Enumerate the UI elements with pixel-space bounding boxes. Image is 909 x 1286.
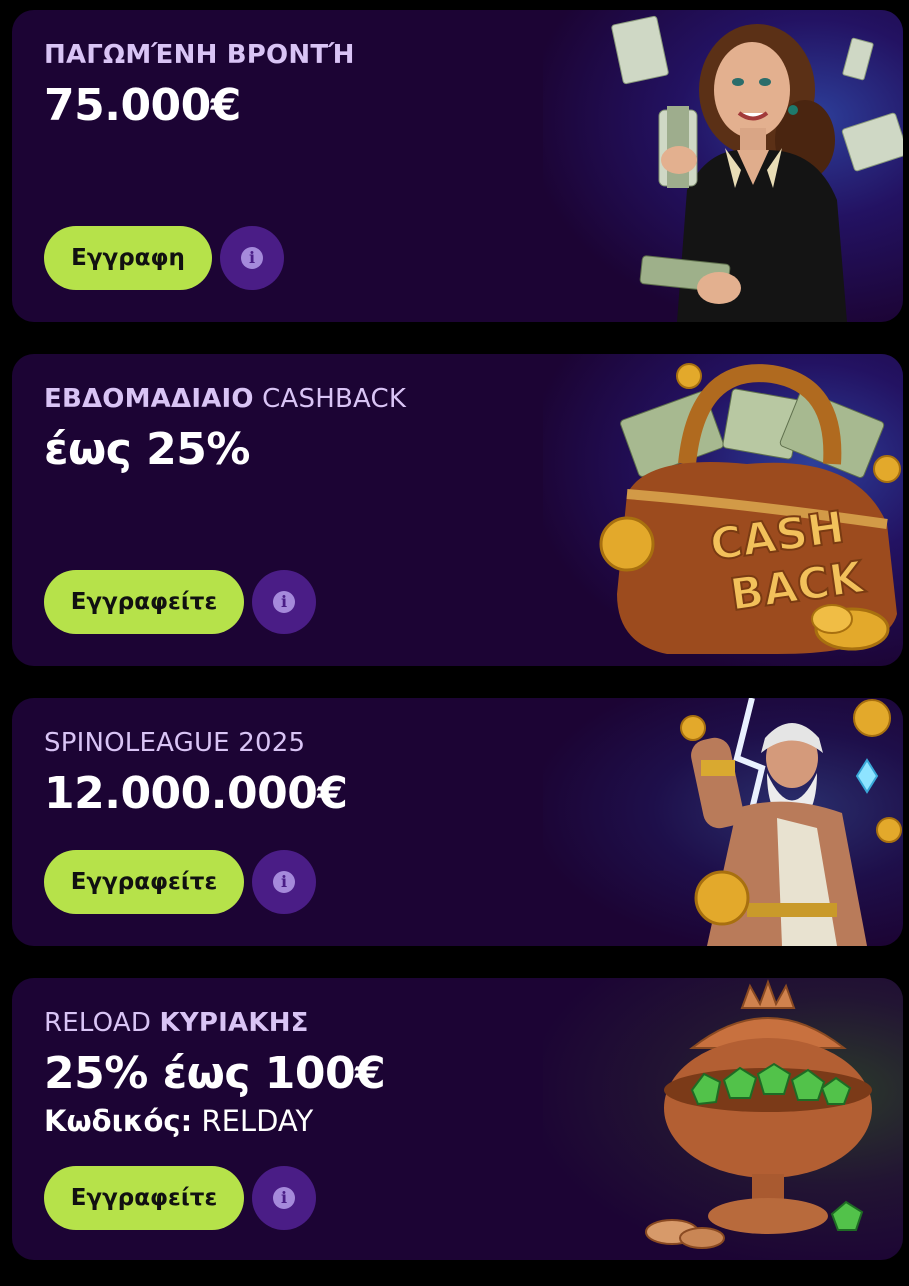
zeus-illustration — [680, 698, 902, 946]
register-button[interactable]: Εγγραφείτε — [44, 570, 244, 634]
info-button[interactable]: i — [252, 850, 316, 914]
info-button[interactable]: i — [252, 1166, 316, 1230]
promo-card-spinoleague: SPINOLEAGUE 2025 12.000.000€ Εγγραφείτε … — [12, 698, 903, 946]
info-icon: i — [273, 591, 295, 613]
crown-icon — [740, 979, 796, 1009]
cashback-bag-illustration: CASH BACK — [599, 363, 901, 654]
register-button[interactable]: Εγγραφείτε — [44, 1166, 244, 1230]
info-button[interactable]: i — [252, 570, 316, 634]
gem-icon — [855, 758, 879, 794]
info-icon: i — [273, 1187, 295, 1209]
promo-subtitle: SPINOLEAGUE 2025 — [44, 728, 306, 758]
promo-subtitle: ΠΑΓΩΜΈΝΗ ΒΡΟΝΤΉ — [44, 40, 355, 70]
register-button[interactable]: Εγγραφείτε — [44, 850, 244, 914]
register-button[interactable]: Εγγραφη — [44, 226, 212, 290]
emerald-pot-illustration — [645, 979, 872, 1249]
promo-title: έως 25% — [44, 424, 250, 475]
promo-title: 75.000€ — [44, 80, 241, 131]
promo-card-frozen-thunder: ΠΑΓΩΜΈΝΗ ΒΡΟΝΤΉ 75.000€ Εγγραφη i — [12, 10, 903, 322]
promo-subtitle: RELOAD ΚΥΡΙΑΚΗΣ — [44, 1008, 309, 1038]
info-button[interactable]: i — [220, 226, 284, 290]
info-icon: i — [241, 247, 263, 269]
promo-title: 12.000.000€ — [44, 768, 348, 819]
promo-card-weekly-cashback: ΕΒΔΟΜΑΔΙΑΙΟ CASHBACK έως 25% Εγγραφείτε … — [12, 354, 903, 666]
promo-code: Κωδικός: RELDAY — [44, 1104, 314, 1138]
promo-card-sunday-reload: RELOAD ΚΥΡΙΑΚΗΣ 25% έως 100€ Κωδικός: RE… — [12, 978, 903, 1260]
woman-with-money-illustration — [611, 15, 903, 322]
promo-title: 25% έως 100€ — [44, 1048, 386, 1099]
coin-icon — [645, 1219, 725, 1249]
promo-subtitle: ΕΒΔΟΜΑΔΙΑΙΟ CASHBACK — [44, 384, 407, 414]
info-icon: i — [273, 871, 295, 893]
